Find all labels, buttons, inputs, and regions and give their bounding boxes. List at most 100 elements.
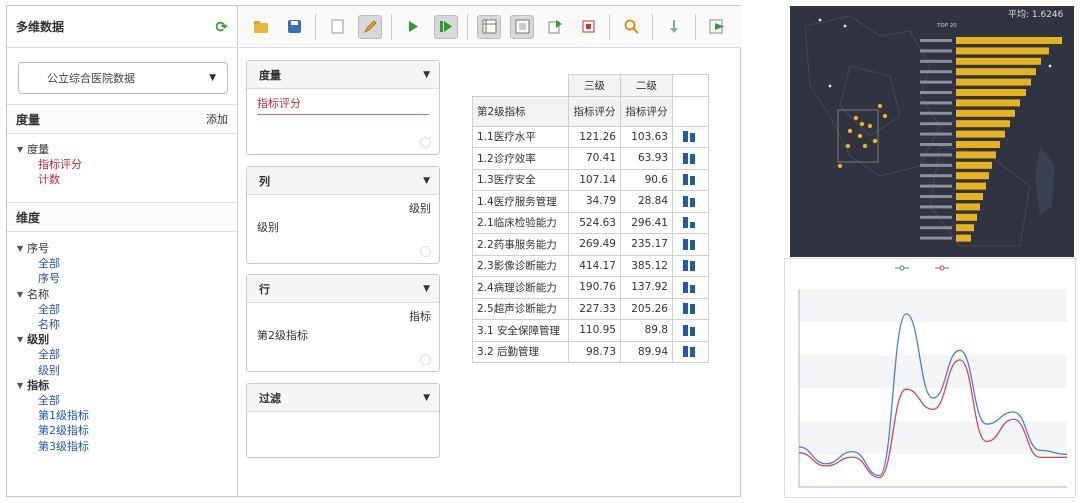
tree-node[interactable]: ▼ 序号 (17, 241, 237, 256)
row-header[interactable]: 第2级指标 (472, 95, 569, 127)
refresh-icon[interactable]: ⟳ (215, 18, 228, 36)
map-bar-label (920, 184, 952, 188)
cell-v1: 190.76 (568, 276, 621, 299)
rows-item[interactable]: 第2级指标 (257, 327, 429, 343)
map-chart-svg: 平均: 1.6246 TOP 20 (804, 8, 1064, 247)
map-point (818, 18, 822, 22)
run-all-icon[interactable] (434, 14, 458, 39)
row-label[interactable]: 1.1医疗水平 (472, 125, 569, 148)
next-icon[interactable] (705, 15, 729, 39)
tree-node[interactable]: ▼ 名称 (17, 287, 237, 302)
row-label[interactable]: 1.4医疗服务管理 (472, 190, 569, 213)
map-bar (956, 120, 1010, 128)
measures-tree: ▼ 度量 指标评分 计数 (7, 134, 237, 202)
col-header[interactable]: 三级 (568, 74, 621, 97)
tree-leaf[interactable]: 全部 (17, 347, 237, 362)
row-label[interactable]: 3.1 安全保障管理 (472, 319, 569, 342)
dropdown-caret-icon[interactable]: ▼ (423, 284, 430, 294)
tree-leaf[interactable]: 第2级指标 (17, 423, 237, 438)
sparkbar-v1 (683, 281, 688, 293)
map-bar (956, 151, 996, 159)
map-bar (956, 172, 989, 180)
sparkbar-v2 (690, 176, 695, 186)
sparkbar (677, 324, 704, 336)
row-label[interactable]: 3.2 后勤管理 (472, 340, 569, 363)
sparkbar (677, 131, 704, 143)
cell-v1: 110.95 (568, 319, 621, 342)
row-label[interactable]: 2.5超声诊断能力 (472, 297, 569, 320)
columns-panel-header[interactable]: 列 ▼ (247, 167, 439, 195)
tree-leaf[interactable]: 全部 (17, 393, 237, 408)
tree-node[interactable]: ▼ 级别 (17, 332, 237, 347)
layout-icon[interactable] (477, 14, 501, 39)
dimensions-section-header: 维度 (7, 202, 237, 232)
circle-icon (420, 246, 431, 257)
export-icon[interactable] (543, 15, 567, 39)
tree-leaf[interactable]: 序号 (17, 271, 237, 286)
tree-leaf[interactable]: 名称 (17, 317, 237, 332)
map-bar (956, 213, 977, 221)
cell-v2: 235.17 (620, 233, 673, 256)
zoom-icon[interactable] (619, 15, 643, 39)
legend-marker (899, 265, 905, 271)
row-label[interactable]: 1.3医疗安全 (472, 168, 569, 191)
legend-marker (939, 265, 945, 271)
rows-panel-header[interactable]: 行 ▼ (247, 275, 439, 303)
measure-item[interactable]: 指标评分 (257, 95, 429, 115)
row-label[interactable]: 2.1临床检验能力 (472, 211, 569, 234)
col-header[interactable]: 二级 (620, 74, 673, 97)
sparkbar-v1 (683, 324, 688, 336)
dropdown-caret-icon[interactable]: ▼ (423, 393, 430, 403)
datasource-select[interactable]: 公立综合医院数据 ▼ (18, 62, 228, 94)
measure-panel-body: 指标评分 (247, 89, 439, 154)
map-bar (956, 99, 1020, 107)
folder-open-icon[interactable] (249, 15, 273, 39)
tree-leaf[interactable]: 第3级指标 (17, 439, 237, 454)
tree-node-measure[interactable]: ▼ 度量 (17, 142, 237, 157)
sparkbar-v2 (690, 284, 695, 293)
columns-item[interactable]: 级别 (257, 219, 429, 235)
sidebar-title: 多维数据 (16, 20, 65, 34)
filter-panel-header[interactable]: 过滤 ▼ (247, 384, 439, 412)
map-bar-label (920, 91, 952, 94)
download-icon[interactable] (662, 15, 686, 39)
dropdown-caret-icon[interactable]: ▼ (423, 176, 430, 186)
edit-pencil-icon[interactable] (358, 14, 382, 39)
grid-icon[interactable] (510, 14, 534, 39)
reset-icon[interactable] (576, 15, 600, 39)
toolbar-separator (695, 13, 696, 40)
tree-leaf[interactable]: 计数 (17, 172, 237, 187)
row-label[interactable]: 2.4病理诊断能力 (472, 276, 569, 299)
tree-leaf[interactable]: 第1级指标 (17, 408, 237, 423)
map-bar (956, 68, 1036, 76)
tree-leaf[interactable]: 指标评分 (17, 157, 237, 172)
tree-node[interactable]: ▼ 指标 (17, 378, 237, 393)
table-row: 1.1医疗水平 121.26 103.63 (472, 125, 709, 148)
line-chart (784, 258, 1076, 498)
tree-leaf[interactable]: 全部 (17, 256, 237, 271)
run-icon[interactable] (401, 15, 425, 39)
measure-panel-header[interactable]: 度量 ▼ (247, 61, 439, 89)
dimensions-tree: ▼ 序号 全部 序号 ▼ 名称 全部 名称 ▼ 级别 全部 级别 ▼ 指标 全部 第1级… (7, 232, 237, 454)
row-label[interactable]: 2.3影像诊断能力 (472, 254, 569, 277)
cell-v2: 63.93 (620, 147, 673, 170)
row-label[interactable]: 1.2诊疗效率 (472, 147, 569, 170)
map-point (867, 123, 873, 129)
new-doc-icon[interactable] (325, 15, 349, 39)
sparkbar (677, 260, 704, 272)
dropdown-caret-icon[interactable]: ▼ (423, 70, 430, 80)
map-point (853, 115, 859, 121)
tree-leaf[interactable]: 级别 (17, 363, 237, 378)
sparkbar-v1 (683, 346, 688, 358)
tree-leaf[interactable]: 全部 (17, 302, 237, 317)
sparkbar (677, 152, 704, 164)
add-measure-button[interactable]: 添加 (206, 111, 228, 127)
tree-node-label: 名称 (27, 287, 50, 301)
cell-v1: 98.73 (568, 340, 621, 363)
table-row: 1.2诊疗效率 70.41 63.93 (472, 147, 709, 170)
save-icon[interactable] (282, 15, 306, 39)
pivot-table: 三级 二级 第2级指标 指标评分 指标评分 1.1医疗水平 121.26 103… (472, 74, 709, 363)
filter-panel-body (247, 412, 439, 457)
panel-title: 过滤 (259, 391, 281, 405)
row-label[interactable]: 2.2药事服务能力 (472, 233, 569, 256)
